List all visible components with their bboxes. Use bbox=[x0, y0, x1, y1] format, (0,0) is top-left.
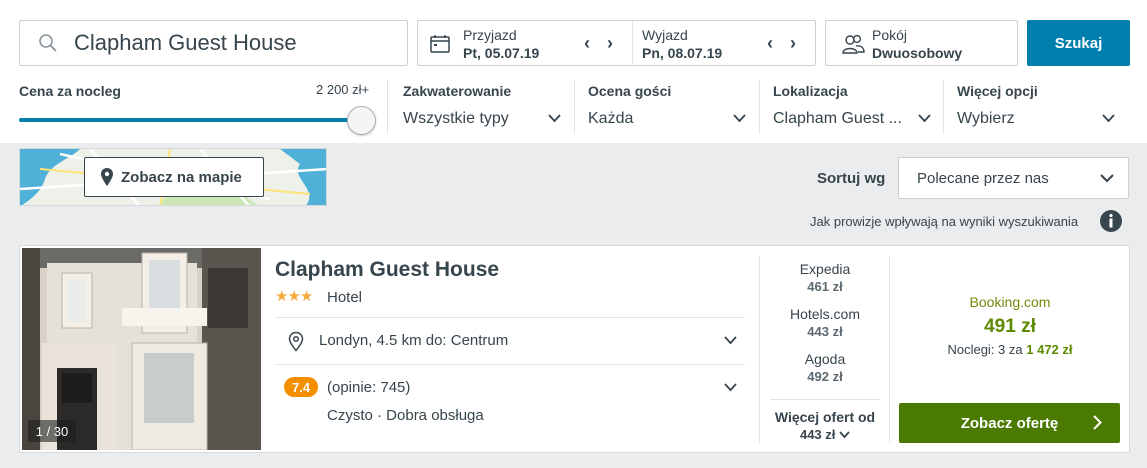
map-pin-icon bbox=[101, 168, 113, 186]
view-deal-label: Zobacz ofertę bbox=[960, 414, 1059, 432]
nights-text: Noclegi: 3 za bbox=[947, 342, 1023, 357]
info-icon[interactable] bbox=[1099, 209, 1123, 233]
more-offers-price: 443 zł bbox=[799, 427, 836, 442]
price-slider-handle[interactable] bbox=[347, 106, 376, 135]
price-filter-max: 2 200 zł+ bbox=[316, 82, 370, 97]
more-options-filter[interactable]: Więcej opcji Wybierz bbox=[957, 76, 1117, 136]
calendar-icon bbox=[430, 35, 450, 53]
offer-price: 443 zł bbox=[807, 324, 843, 339]
location-filter-label: Lokalizacja bbox=[773, 83, 848, 99]
offer-provider: Agoda bbox=[804, 351, 846, 367]
offer-agoda[interactable]: Agoda 492 zł bbox=[760, 351, 890, 384]
see-on-map-label: Zobacz na mapie bbox=[121, 168, 242, 186]
rating-badge: 7.4 bbox=[284, 377, 318, 397]
guest-rating-filter-value: Każda bbox=[588, 110, 634, 127]
filter-divider bbox=[759, 80, 760, 134]
divider bbox=[275, 364, 745, 365]
sort-dropdown[interactable]: Polecane przez nas bbox=[898, 157, 1129, 199]
chevron-down-icon bbox=[1102, 114, 1115, 123]
best-deal-price: 491 zł bbox=[984, 316, 1036, 337]
commission-info-link[interactable]: Jak prowizje wpływają na wyniki wyszukiw… bbox=[810, 214, 1078, 229]
room-value: Dwuosobowy bbox=[872, 45, 963, 61]
photo-counter: 1 / 30 bbox=[28, 420, 76, 442]
chevron-down-icon bbox=[548, 114, 561, 123]
view-deal-button[interactable]: Zobacz ofertę bbox=[899, 403, 1120, 443]
chevron-down-icon bbox=[733, 114, 746, 123]
chevron-down-icon bbox=[839, 431, 850, 439]
hotel-type: Hotel bbox=[327, 289, 363, 306]
people-icon bbox=[842, 34, 865, 54]
best-deal-provider: Booking.com bbox=[969, 294, 1051, 310]
review-count: (opinie: 745) bbox=[327, 379, 411, 396]
rating-expand-chevron-icon[interactable] bbox=[724, 383, 737, 392]
offer-price: 461 zł bbox=[807, 279, 843, 294]
room-selector[interactable]: Pokój Dwuosobowy bbox=[825, 20, 1018, 66]
chevron-down-icon bbox=[918, 114, 931, 123]
more-options-filter-value: Wybierz bbox=[957, 110, 1015, 127]
more-offers-label[interactable]: Więcej ofert od bbox=[760, 409, 890, 425]
see-on-map-button[interactable]: Zobacz na mapie bbox=[84, 157, 264, 197]
more-options-filter-label: Więcej opcji bbox=[957, 83, 1038, 99]
checkin-label: Przyjazd bbox=[463, 27, 517, 43]
location-expand-chevron-icon[interactable] bbox=[724, 336, 737, 345]
divider bbox=[770, 399, 880, 400]
location-filter[interactable]: Lokalizacja Clapham Guest ... bbox=[773, 76, 933, 136]
search-button[interactable]: Szukaj bbox=[1027, 20, 1130, 66]
offer-price: 492 zł bbox=[807, 369, 843, 384]
room-label: Pokój bbox=[872, 27, 908, 43]
location-filter-value: Clapham Guest ... bbox=[773, 110, 902, 127]
filter-divider bbox=[574, 80, 575, 134]
sort-label: Sortuj wg bbox=[817, 170, 886, 187]
nights-summary: Noclegi: 3 za 1 472 zł bbox=[890, 342, 1130, 357]
hotel-name[interactable]: Clapham Guest House bbox=[275, 258, 499, 282]
checkout-date: Pn, 08.07.19 bbox=[642, 45, 723, 61]
offer-provider: Hotels.com bbox=[789, 306, 861, 322]
more-offers-toggle[interactable]: 443 zł bbox=[760, 427, 890, 442]
offer-hotels-com[interactable]: Hotels.com 443 zł bbox=[760, 306, 890, 339]
date-picker[interactable]: Przyjazd Pt, 05.07.19 ‹ › Wyjazd Pn, 08.… bbox=[417, 20, 816, 66]
destination-search-box[interactable]: Clapham Guest House bbox=[19, 20, 408, 66]
checkin-prev-next-arrows[interactable]: ‹ › bbox=[584, 33, 619, 54]
checkin-date: Pt, 05.07.19 bbox=[463, 45, 540, 61]
guest-rating-filter-label: Ocena gości bbox=[588, 83, 672, 99]
sort-value: Polecane przez nas bbox=[917, 170, 1049, 187]
offer-expedia[interactable]: Expedia 461 zł bbox=[760, 261, 890, 294]
price-filter-label: Cena za nocleg bbox=[19, 83, 121, 99]
chevron-right-icon bbox=[1093, 415, 1102, 430]
chevron-down-icon bbox=[1100, 174, 1114, 183]
search-input[interactable]: Clapham Guest House bbox=[74, 30, 297, 56]
divider bbox=[275, 317, 745, 318]
filter-divider bbox=[943, 80, 944, 134]
checkout-prev-next-arrows[interactable]: ‹ › bbox=[767, 33, 802, 54]
hotel-stars: ★★★ bbox=[275, 288, 313, 305]
hotel-location: Londyn, 4.5 km do: Centrum bbox=[319, 332, 509, 349]
accommodation-filter-label: Zakwaterowanie bbox=[403, 83, 512, 99]
guest-rating-filter[interactable]: Ocena gości Każda bbox=[588, 76, 748, 136]
filter-divider bbox=[387, 80, 388, 134]
location-pin-icon bbox=[288, 331, 304, 352]
accommodation-filter-value: Wszystkie typy bbox=[403, 110, 509, 127]
accommodation-filter[interactable]: Zakwaterowanie Wszystkie typy bbox=[403, 76, 563, 136]
checkin-field[interactable]: Przyjazd Pt, 05.07.19 ‹ › bbox=[418, 21, 633, 65]
nights-total: 1 472 zł bbox=[1026, 342, 1073, 357]
offer-provider: Expedia bbox=[799, 261, 851, 277]
price-slider-track[interactable] bbox=[19, 118, 364, 122]
rating-tags: Czysto · Dobra obsługa bbox=[327, 407, 484, 424]
search-icon bbox=[39, 34, 57, 52]
checkout-label: Wyjazd bbox=[642, 27, 688, 43]
checkout-field[interactable]: Wyjazd Pn, 08.07.19 ‹ › bbox=[633, 21, 815, 65]
